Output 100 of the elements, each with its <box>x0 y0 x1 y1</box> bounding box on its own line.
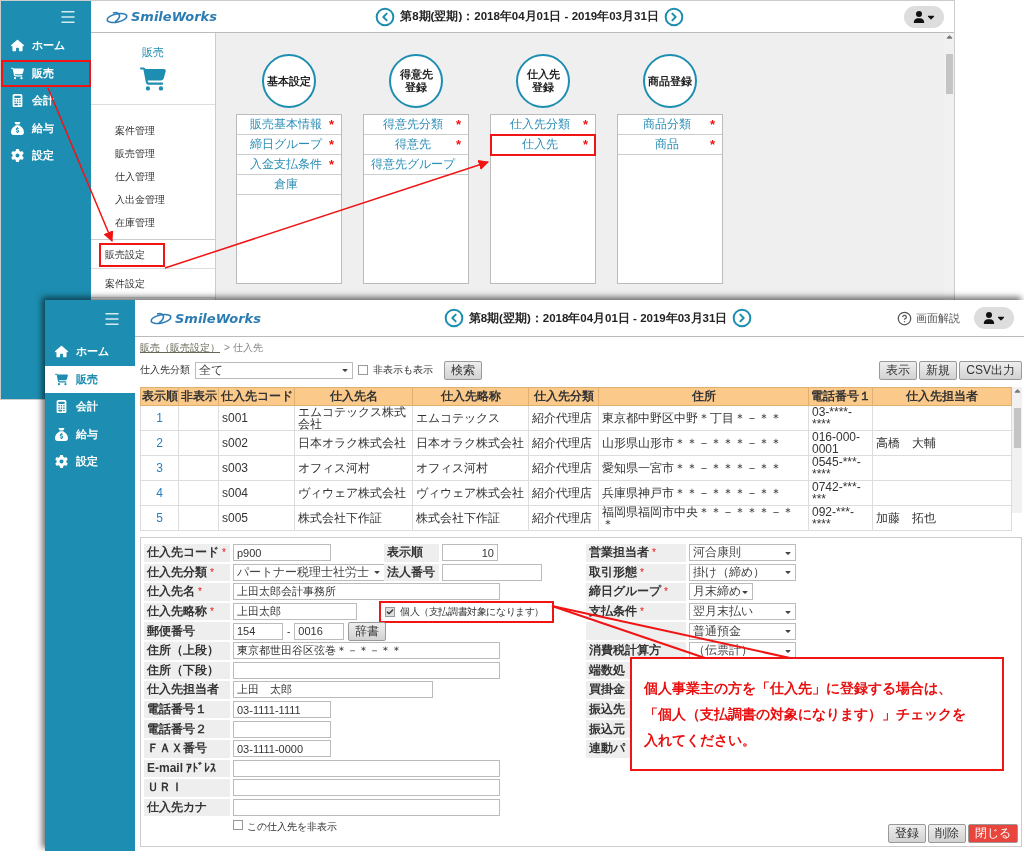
column-header[interactable]: 仕入先略称 <box>412 387 529 406</box>
checkbox[interactable] <box>385 606 395 617</box>
nav-item[interactable]: 設定 <box>45 448 135 476</box>
settings-link[interactable]: 仕入先分類 <box>496 116 583 133</box>
table-cell: 03-****-**** <box>808 405 873 431</box>
checkbox[interactable] <box>358 365 368 375</box>
table-cell: 愛知県一宮市＊＊－＊＊＊－＊＊ <box>598 455 809 481</box>
nav-item[interactable]: ホーム <box>1 32 91 60</box>
nav-item[interactable]: 会計 <box>45 393 135 421</box>
text-field[interactable]: 154 <box>233 622 283 640</box>
text-field[interactable]: 上田太郎 <box>233 603 357 621</box>
submenu-link[interactable]: 仕入管理 <box>115 165 215 188</box>
scroll-up-icon[interactable] <box>944 33 954 42</box>
text-field[interactable] <box>233 720 331 738</box>
help-link[interactable]: 画面解説 <box>897 310 960 326</box>
column-header[interactable]: 仕入先コード <box>218 387 295 406</box>
column-header[interactable]: 仕入先名 <box>294 387 413 406</box>
settings-link[interactable]: 得意先グループ <box>369 156 456 173</box>
select-field[interactable]: 全て <box>195 361 353 379</box>
submenu-link[interactable]: 在庫管理 <box>115 211 215 234</box>
text-field[interactable]: p900 <box>233 544 331 562</box>
settings-link[interactable]: 販売基本情報 <box>242 116 329 133</box>
text-field[interactable]: 03-1111-0000 <box>233 740 331 758</box>
field-label: 電話番号２ <box>147 720 207 738</box>
required-mark: * <box>198 586 202 598</box>
callout-text: 個人事業主の方を「仕入先」に登録する場合は、 「個人（支払調書の対象になります）」チェックを 入れてください。 <box>644 679 967 750</box>
column-header[interactable]: 電話番号１ <box>808 387 873 406</box>
settings-link[interactable]: 商品 <box>623 136 710 153</box>
user-menu-button[interactable] <box>904 5 944 28</box>
logo-icon <box>105 9 129 24</box>
column-header[interactable]: 住所 <box>598 387 809 406</box>
column-header[interactable]: 仕入先担当者 <box>872 387 1012 406</box>
text-field[interactable] <box>233 799 500 816</box>
dictionary-button[interactable]: 辞書 <box>348 621 387 641</box>
settings-link[interactable]: 倉庫 <box>242 176 329 193</box>
required-mark: * <box>640 606 644 618</box>
settings-icon <box>11 149 24 163</box>
nav-item[interactable]: 販売 <box>1 59 91 87</box>
settings-link[interactable]: 入金支払条件 <box>242 156 329 173</box>
scroll-up-icon[interactable] <box>1012 387 1022 396</box>
nav-item[interactable]: 給与 <box>1 114 91 142</box>
text-field[interactable] <box>233 759 500 777</box>
select-field[interactable]: 掛け（締め） <box>689 563 796 581</box>
text-field[interactable]: 上田 太郎 <box>233 681 433 699</box>
settings-link[interactable]: 得意先分類 <box>369 116 456 133</box>
submenu-link[interactable]: 入出金管理 <box>115 188 215 211</box>
settings-link[interactable]: 仕入先 <box>496 136 583 153</box>
previous-period-icon[interactable] <box>443 308 464 328</box>
form-button[interactable]: 削除 <box>928 824 966 844</box>
settings-link[interactable]: 得意先 <box>369 136 456 153</box>
action-button[interactable]: 新規 <box>919 360 958 380</box>
form-button[interactable]: 登録 <box>888 824 926 844</box>
fiscal-period: 第8期(翌期)：2018年04月01日 - 2019年03月31日 <box>400 9 659 24</box>
select-field[interactable]: パートナー税理士社労士 <box>233 563 385 581</box>
scrollbar[interactable] <box>1012 387 1022 513</box>
scrollbar[interactable] <box>944 33 954 299</box>
next-period-icon[interactable] <box>663 6 684 27</box>
text-field[interactable]: 東京都世田谷区弦巻＊－＊－＊＊ <box>233 642 500 660</box>
table-cell: エムコテックス株式会社 <box>294 405 413 431</box>
select-field[interactable]: 普通預金 <box>689 622 796 640</box>
text-field[interactable]: 0016 <box>294 622 345 640</box>
text-field[interactable] <box>233 779 500 797</box>
action-button[interactable]: 表示 <box>879 360 918 380</box>
column-header[interactable]: 仕入先分類 <box>528 387 599 406</box>
text-field[interactable] <box>442 563 542 581</box>
breadcrumb-link[interactable]: 販売（販売設定） <box>140 341 220 355</box>
menu-icon[interactable] <box>103 310 121 328</box>
text-field[interactable]: 上田太郎会計事務所 <box>233 583 500 601</box>
action-button[interactable]: CSV出力 <box>959 360 1022 380</box>
required-mark: * <box>652 547 656 559</box>
select-field[interactable]: 河合康則 <box>689 544 796 562</box>
settings-icon <box>55 455 68 469</box>
nav-item[interactable]: 給与 <box>45 420 135 448</box>
text-field[interactable]: 03-1111-1111 <box>233 701 331 719</box>
search-button[interactable]: 検索 <box>444 360 482 380</box>
submenu-link[interactable]: 案件管理 <box>115 119 215 142</box>
user-menu-button[interactable] <box>974 307 1014 329</box>
next-period-icon[interactable] <box>732 308 753 328</box>
form-button[interactable]: 閉じる <box>968 824 1018 844</box>
select-field[interactable]: 翌月末払い <box>689 603 796 621</box>
text-field[interactable]: 10 <box>442 544 498 562</box>
previous-period-icon[interactable] <box>375 6 396 27</box>
checkbox[interactable] <box>233 820 243 831</box>
column-header[interactable]: 非表示 <box>178 387 219 406</box>
scrollbar-thumb[interactable] <box>1013 408 1021 448</box>
nav-item[interactable]: 販売 <box>45 365 135 393</box>
category-badge: 得意先 登録 <box>389 54 443 108</box>
submenu-link[interactable]: 販売管理 <box>115 142 215 165</box>
caret-icon <box>373 568 381 577</box>
settings-link[interactable]: 締日グループ <box>242 136 329 153</box>
field-label: 郵便番号 <box>147 622 195 640</box>
logo-text: SmileWorks <box>175 310 261 326</box>
nav-item[interactable]: ホーム <box>45 338 135 366</box>
select-field[interactable]: 月末締め <box>689 583 753 601</box>
nav-item[interactable]: 会計 <box>1 87 91 115</box>
settings-link[interactable]: 商品分類 <box>623 116 710 133</box>
nav-item[interactable]: 設定 <box>1 142 91 170</box>
column-header[interactable]: 表示順 <box>140 387 179 406</box>
text-field[interactable] <box>233 661 500 679</box>
scrollbar-thumb[interactable] <box>945 54 953 94</box>
